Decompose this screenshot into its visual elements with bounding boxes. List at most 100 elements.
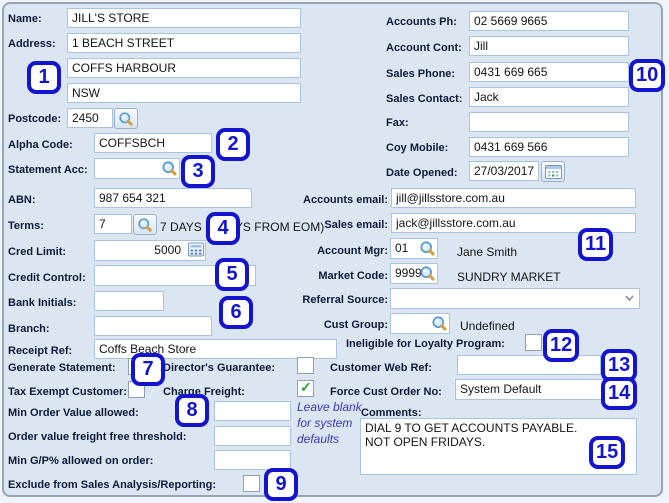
account-mgr-input[interactable]: 01: [390, 238, 438, 259]
sales-email-label: Sales email:: [324, 219, 388, 231]
search-icon[interactable]: [419, 240, 436, 263]
exclude-sales-analysis-checkbox[interactable]: [243, 475, 260, 492]
bank-initials-input[interactable]: [94, 291, 164, 311]
ineligible-loyalty-label: Ineligible for Loyalty Program:: [346, 338, 505, 350]
postcode-input[interactable]: [67, 108, 113, 128]
bank-initials-label: Bank Initials:: [8, 297, 77, 309]
sales-phone-input[interactable]: [469, 62, 629, 82]
min-order-value-label: Min Order Value allowed:: [8, 407, 139, 419]
directors-guarantee-label: Director's Guarantee:: [163, 362, 276, 374]
min-gp-input[interactable]: [214, 450, 291, 470]
min-gp-label: Min G/P% allowed on order:: [8, 455, 154, 467]
coy-mobile-input[interactable]: [469, 137, 629, 157]
freight-free-threshold-input[interactable]: [214, 426, 291, 446]
cust-group-name: Undefined: [460, 319, 515, 333]
customer-details-form: Name: Address: Postcode: Alpha Code: Sta…: [0, 0, 669, 503]
sales-phone-label: Sales Phone:: [386, 68, 456, 80]
statement-acc-label: Statement Acc:: [8, 164, 88, 176]
statement-acc-input[interactable]: [94, 158, 180, 179]
terms-label: Terms:: [8, 220, 44, 232]
force-cust-order-no-label: Force Cust Order No:: [330, 386, 442, 398]
callout-9: 9: [264, 468, 298, 501]
calendar-icon: [544, 165, 562, 179]
search-icon[interactable]: [431, 315, 448, 338]
fax-input[interactable]: [469, 112, 629, 132]
name-input[interactable]: [67, 8, 301, 28]
accounts-email-input[interactable]: [391, 188, 636, 208]
alpha-code-input[interactable]: [94, 133, 212, 153]
address-label: Address:: [8, 38, 56, 50]
cust-group-label: Cust Group:: [323, 319, 388, 331]
account-cont-input[interactable]: [469, 36, 629, 56]
leave-blank-hint: Leave blank for system defaults: [297, 400, 362, 446]
chevron-down-icon: [625, 295, 634, 302]
address-line1-input[interactable]: [67, 33, 301, 53]
search-icon: [138, 217, 152, 232]
referral-source-dropdown[interactable]: [390, 288, 640, 309]
callout-5: 5: [215, 258, 249, 291]
name-label: Name:: [8, 13, 42, 25]
customer-web-ref-label: Customer Web Ref:: [330, 362, 432, 374]
fax-label: Fax:: [386, 117, 409, 129]
market-code-label: Market Code:: [318, 270, 388, 282]
exclude-sales-analysis-label: Exclude from Sales Analysis/Reporting:: [8, 479, 217, 491]
customer-web-ref-input[interactable]: [457, 355, 601, 375]
directors-guarantee-checkbox[interactable]: [297, 357, 314, 374]
callout-12: 12: [543, 329, 580, 362]
sales-contact-label: Sales Contact:: [386, 93, 463, 105]
charge-freight-checkbox[interactable]: [297, 379, 314, 397]
address-line2-input[interactable]: [67, 58, 301, 78]
date-opened-label: Date Opened:: [386, 167, 458, 179]
accounts-ph-input[interactable]: [469, 11, 629, 31]
callout-7: 7: [131, 353, 165, 386]
receipt-ref-input[interactable]: [94, 339, 337, 359]
sales-contact-input[interactable]: [469, 87, 629, 107]
callout-2: 2: [216, 128, 250, 161]
postcode-search-button[interactable]: [114, 108, 138, 129]
date-opened-input[interactable]: [469, 161, 539, 181]
branch-label: Branch:: [8, 323, 50, 335]
min-order-value-input[interactable]: [214, 401, 291, 421]
callout-11: 11: [578, 228, 614, 261]
callout-6: 6: [219, 296, 253, 329]
calendar-button[interactable]: [541, 161, 565, 182]
tax-exempt-label: Tax Exempt Customer:: [8, 386, 127, 398]
force-cust-order-no-dropdown[interactable]: System Default: [455, 379, 607, 400]
cred-limit-label: Cred Limit:: [8, 246, 67, 258]
search-icon: [119, 111, 133, 126]
account-cont-label: Account Cont:: [386, 42, 462, 54]
cust-group-input[interactable]: [390, 313, 450, 334]
market-code-input[interactable]: 9999: [390, 263, 438, 284]
terms-input[interactable]: [94, 214, 132, 234]
search-icon[interactable]: [419, 265, 436, 288]
account-mgr-label: Account Mgr:: [317, 245, 388, 257]
freight-free-threshold-label: Order value freight free threshold:: [8, 431, 187, 443]
account-mgr-name: Jane Smith: [457, 245, 518, 259]
alpha-code-label: Alpha Code:: [8, 139, 73, 151]
callout-1: 1: [27, 61, 61, 94]
ineligible-loyalty-checkbox[interactable]: [525, 334, 542, 351]
branch-input[interactable]: [94, 316, 212, 336]
accounts-email-label: Accounts email:: [303, 194, 388, 206]
market-code-name: SUNDRY MARKET: [457, 270, 561, 284]
callout-10: 10: [629, 59, 666, 92]
accounts-ph-label: Accounts Ph:: [386, 16, 457, 28]
credit-control-label: Credit Control:: [8, 272, 86, 284]
generate-statement-label: Generate Statement:: [8, 362, 116, 374]
search-icon[interactable]: [161, 160, 178, 183]
cred-limit-input[interactable]: 5000: [94, 240, 206, 261]
terms-search-button[interactable]: [133, 214, 157, 235]
referral-source-label: Referral Source:: [302, 294, 388, 306]
callout-15: 15: [589, 436, 626, 469]
callout-3: 3: [181, 155, 215, 188]
receipt-ref-label: Receipt Ref:: [8, 345, 73, 357]
callout-8: 8: [175, 394, 209, 427]
address-line3-input[interactable]: [67, 83, 301, 103]
calculator-icon[interactable]: [188, 242, 204, 263]
callout-14: 14: [601, 377, 638, 410]
abn-input[interactable]: [94, 188, 252, 208]
abn-label: ABN:: [8, 194, 36, 206]
coy-mobile-label: Coy Mobile:: [386, 142, 449, 154]
postcode-label: Postcode:: [8, 113, 62, 125]
callout-4: 4: [206, 212, 240, 245]
